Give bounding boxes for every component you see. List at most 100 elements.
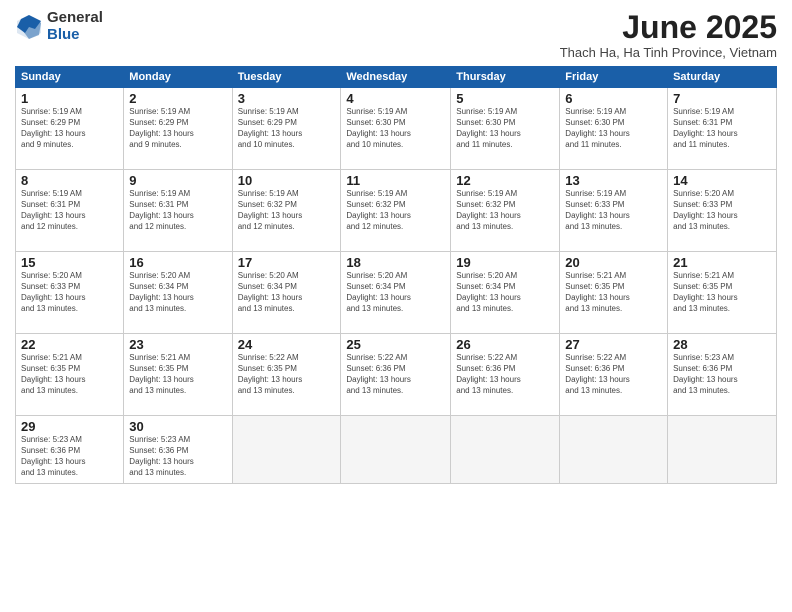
day-number: 16 — [129, 255, 226, 270]
table-row: 13Sunrise: 5:19 AMSunset: 6:33 PMDayligh… — [560, 170, 668, 252]
header-saturday: Saturday — [668, 67, 777, 88]
day-info: Sunrise: 5:19 AMSunset: 6:32 PMDaylight:… — [238, 189, 336, 232]
table-row: 2Sunrise: 5:19 AMSunset: 6:29 PMDaylight… — [124, 88, 232, 170]
day-number: 14 — [673, 173, 771, 188]
day-number: 29 — [21, 419, 118, 434]
day-info: Sunrise: 5:20 AMSunset: 6:33 PMDaylight:… — [673, 189, 771, 232]
day-info: Sunrise: 5:20 AMSunset: 6:34 PMDaylight:… — [129, 271, 226, 314]
header-sunday: Sunday — [16, 67, 124, 88]
table-row: 18Sunrise: 5:20 AMSunset: 6:34 PMDayligh… — [341, 252, 451, 334]
header-thursday: Thursday — [451, 67, 560, 88]
day-number: 4 — [346, 91, 445, 106]
day-number: 2 — [129, 91, 226, 106]
day-info: Sunrise: 5:22 AMSunset: 6:36 PMDaylight:… — [456, 353, 554, 396]
logo: General Blue — [15, 10, 103, 43]
table-row: 24Sunrise: 5:22 AMSunset: 6:35 PMDayligh… — [232, 334, 341, 416]
table-row: 6Sunrise: 5:19 AMSunset: 6:30 PMDaylight… — [560, 88, 668, 170]
table-row: 25Sunrise: 5:22 AMSunset: 6:36 PMDayligh… — [341, 334, 451, 416]
day-info: Sunrise: 5:20 AMSunset: 6:34 PMDaylight:… — [238, 271, 336, 314]
logo-blue: Blue — [47, 27, 103, 44]
day-number: 13 — [565, 173, 662, 188]
day-number: 20 — [565, 255, 662, 270]
day-number: 10 — [238, 173, 336, 188]
logo-text: General Blue — [47, 10, 103, 43]
day-info: Sunrise: 5:22 AMSunset: 6:35 PMDaylight:… — [238, 353, 336, 396]
logo-icon — [15, 13, 43, 41]
day-info: Sunrise: 5:19 AMSunset: 6:29 PMDaylight:… — [21, 107, 118, 150]
table-row: 29Sunrise: 5:23 AMSunset: 6:36 PMDayligh… — [16, 416, 124, 484]
day-info: Sunrise: 5:20 AMSunset: 6:34 PMDaylight:… — [456, 271, 554, 314]
month-title: June 2025 — [560, 10, 777, 45]
table-row: 8Sunrise: 5:19 AMSunset: 6:31 PMDaylight… — [16, 170, 124, 252]
table-row: 14Sunrise: 5:20 AMSunset: 6:33 PMDayligh… — [668, 170, 777, 252]
table-row: 5Sunrise: 5:19 AMSunset: 6:30 PMDaylight… — [451, 88, 560, 170]
day-info: Sunrise: 5:20 AMSunset: 6:33 PMDaylight:… — [21, 271, 118, 314]
day-number: 17 — [238, 255, 336, 270]
header-wednesday: Wednesday — [341, 67, 451, 88]
table-row — [451, 416, 560, 484]
day-info: Sunrise: 5:23 AMSunset: 6:36 PMDaylight:… — [129, 435, 226, 478]
day-info: Sunrise: 5:19 AMSunset: 6:30 PMDaylight:… — [456, 107, 554, 150]
calendar-header-row: Sunday Monday Tuesday Wednesday Thursday… — [16, 67, 777, 88]
day-number: 8 — [21, 173, 118, 188]
day-info: Sunrise: 5:19 AMSunset: 6:33 PMDaylight:… — [565, 189, 662, 232]
day-info: Sunrise: 5:22 AMSunset: 6:36 PMDaylight:… — [565, 353, 662, 396]
table-row: 10Sunrise: 5:19 AMSunset: 6:32 PMDayligh… — [232, 170, 341, 252]
day-info: Sunrise: 5:19 AMSunset: 6:30 PMDaylight:… — [565, 107, 662, 150]
table-row: 26Sunrise: 5:22 AMSunset: 6:36 PMDayligh… — [451, 334, 560, 416]
day-number: 26 — [456, 337, 554, 352]
logo-general: General — [47, 10, 103, 27]
day-number: 12 — [456, 173, 554, 188]
table-row: 28Sunrise: 5:23 AMSunset: 6:36 PMDayligh… — [668, 334, 777, 416]
day-info: Sunrise: 5:20 AMSunset: 6:34 PMDaylight:… — [346, 271, 445, 314]
table-row — [341, 416, 451, 484]
table-row: 12Sunrise: 5:19 AMSunset: 6:32 PMDayligh… — [451, 170, 560, 252]
table-row: 21Sunrise: 5:21 AMSunset: 6:35 PMDayligh… — [668, 252, 777, 334]
table-row: 15Sunrise: 5:20 AMSunset: 6:33 PMDayligh… — [16, 252, 124, 334]
day-number: 1 — [21, 91, 118, 106]
day-number: 30 — [129, 419, 226, 434]
table-row: 16Sunrise: 5:20 AMSunset: 6:34 PMDayligh… — [124, 252, 232, 334]
day-number: 22 — [21, 337, 118, 352]
day-number: 18 — [346, 255, 445, 270]
header-monday: Monday — [124, 67, 232, 88]
header-friday: Friday — [560, 67, 668, 88]
day-info: Sunrise: 5:21 AMSunset: 6:35 PMDaylight:… — [565, 271, 662, 314]
calendar-table: Sunday Monday Tuesday Wednesday Thursday… — [15, 66, 777, 484]
day-info: Sunrise: 5:21 AMSunset: 6:35 PMDaylight:… — [129, 353, 226, 396]
table-row: 22Sunrise: 5:21 AMSunset: 6:35 PMDayligh… — [16, 334, 124, 416]
day-number: 25 — [346, 337, 445, 352]
title-block: June 2025 Thach Ha, Ha Tinh Province, Vi… — [560, 10, 777, 60]
day-info: Sunrise: 5:19 AMSunset: 6:32 PMDaylight:… — [346, 189, 445, 232]
day-info: Sunrise: 5:21 AMSunset: 6:35 PMDaylight:… — [673, 271, 771, 314]
table-row: 23Sunrise: 5:21 AMSunset: 6:35 PMDayligh… — [124, 334, 232, 416]
day-number: 15 — [21, 255, 118, 270]
day-number: 7 — [673, 91, 771, 106]
day-info: Sunrise: 5:23 AMSunset: 6:36 PMDaylight:… — [21, 435, 118, 478]
table-row: 1Sunrise: 5:19 AMSunset: 6:29 PMDaylight… — [16, 88, 124, 170]
location-subtitle: Thach Ha, Ha Tinh Province, Vietnam — [560, 45, 777, 60]
day-number: 11 — [346, 173, 445, 188]
day-info: Sunrise: 5:19 AMSunset: 6:29 PMDaylight:… — [238, 107, 336, 150]
table-row: 11Sunrise: 5:19 AMSunset: 6:32 PMDayligh… — [341, 170, 451, 252]
day-info: Sunrise: 5:19 AMSunset: 6:31 PMDaylight:… — [21, 189, 118, 232]
day-info: Sunrise: 5:19 AMSunset: 6:29 PMDaylight:… — [129, 107, 226, 150]
day-number: 5 — [456, 91, 554, 106]
day-info: Sunrise: 5:19 AMSunset: 6:30 PMDaylight:… — [346, 107, 445, 150]
header-tuesday: Tuesday — [232, 67, 341, 88]
table-row: 27Sunrise: 5:22 AMSunset: 6:36 PMDayligh… — [560, 334, 668, 416]
day-info: Sunrise: 5:19 AMSunset: 6:31 PMDaylight:… — [129, 189, 226, 232]
day-info: Sunrise: 5:21 AMSunset: 6:35 PMDaylight:… — [21, 353, 118, 396]
day-number: 23 — [129, 337, 226, 352]
day-info: Sunrise: 5:22 AMSunset: 6:36 PMDaylight:… — [346, 353, 445, 396]
day-number: 6 — [565, 91, 662, 106]
table-row: 17Sunrise: 5:20 AMSunset: 6:34 PMDayligh… — [232, 252, 341, 334]
day-number: 3 — [238, 91, 336, 106]
day-number: 27 — [565, 337, 662, 352]
day-info: Sunrise: 5:23 AMSunset: 6:36 PMDaylight:… — [673, 353, 771, 396]
day-info: Sunrise: 5:19 AMSunset: 6:31 PMDaylight:… — [673, 107, 771, 150]
table-row: 9Sunrise: 5:19 AMSunset: 6:31 PMDaylight… — [124, 170, 232, 252]
table-row: 20Sunrise: 5:21 AMSunset: 6:35 PMDayligh… — [560, 252, 668, 334]
day-number: 28 — [673, 337, 771, 352]
table-row — [560, 416, 668, 484]
